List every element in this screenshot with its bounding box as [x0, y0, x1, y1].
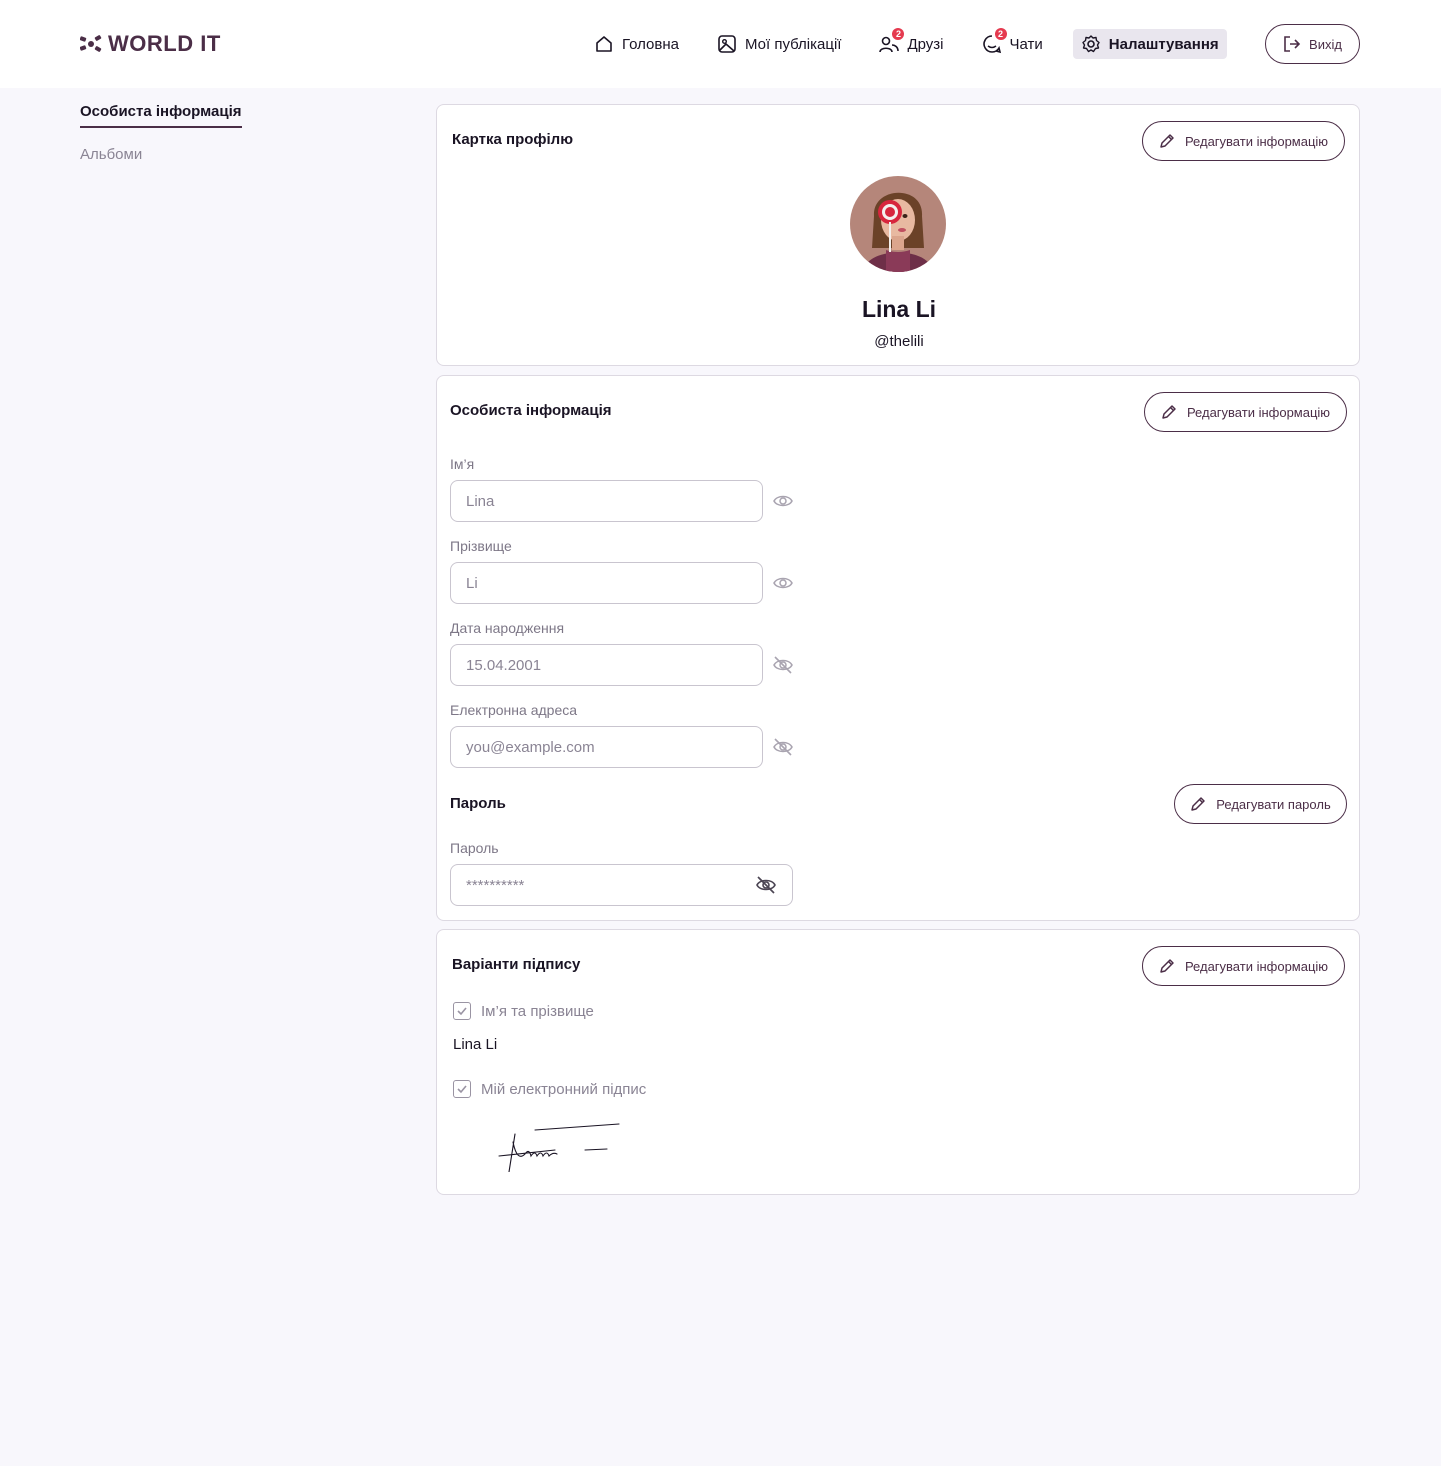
- profile-name: Lina Li: [861, 296, 937, 322]
- eye-icon[interactable]: [772, 572, 794, 594]
- nav-item-label: Мої публікації: [745, 35, 842, 53]
- card-title: Картка профілю: [452, 131, 574, 148]
- checkbox[interactable]: [453, 1080, 471, 1098]
- edit-password-button[interactable]: Редагувати пароль: [1174, 784, 1347, 824]
- first-name-field[interactable]: Lina: [450, 480, 763, 522]
- eye-off-icon[interactable]: [772, 736, 794, 758]
- password-field[interactable]: **********: [450, 864, 793, 906]
- friends-icon: 2: [879, 28, 905, 54]
- friends-badge: 2: [892, 28, 905, 40]
- pencil-icon: [1160, 959, 1174, 973]
- birthdate-field[interactable]: 15.04.2001: [450, 644, 763, 686]
- edit-label: Редагувати пароль: [1216, 796, 1331, 812]
- check-icon: [457, 1085, 467, 1094]
- card-title: Варіанти підпису: [452, 956, 581, 973]
- password-label: Пароль: [450, 840, 499, 856]
- top-header: WORLD IT Головна Мої публікації 2 Друзі: [0, 0, 1441, 88]
- nav-item-settings[interactable]: Налаштування: [1072, 29, 1227, 59]
- edit-label: Редагувати інформацію: [1186, 404, 1331, 420]
- personal-info-card: Особиста інформація Редагувати інформаці…: [436, 375, 1360, 921]
- last-name-label: Прізвище: [450, 538, 512, 554]
- pencil-icon: [1160, 134, 1174, 148]
- nav-item-publications[interactable]: Мої публікації: [709, 29, 849, 59]
- nav-item-home[interactable]: Головна: [586, 29, 687, 59]
- nav-item-label: Чати: [1009, 35, 1043, 53]
- logout-label: Вихід: [1309, 36, 1342, 52]
- profile-handle: @thelili: [874, 333, 924, 350]
- sidebar-item-albums[interactable]: Альбоми: [80, 146, 142, 163]
- password-section-title: Пароль: [450, 795, 506, 812]
- checkbox-label: Ім’я та прізвище: [481, 1002, 594, 1020]
- brand-logo[interactable]: WORLD IT: [80, 30, 221, 58]
- password-value: **********: [466, 876, 525, 894]
- signature-card: Варіанти підпису Редагувати інформацію І…: [436, 929, 1360, 1195]
- sidebar-item-personal-info[interactable]: Особиста інформація: [80, 103, 242, 128]
- nav-item-label: Друзі: [907, 35, 944, 53]
- checkbox[interactable]: [453, 1002, 471, 1020]
- card-title: Особиста інформація: [450, 402, 612, 419]
- avatar[interactable]: [850, 176, 946, 272]
- email-field[interactable]: you@example.com: [450, 726, 763, 768]
- chat-icon: 2: [982, 28, 1007, 54]
- edit-profile-button[interactable]: Редагувати інформацію: [1142, 121, 1345, 161]
- nav-item-label: Налаштування: [1108, 35, 1219, 53]
- chats-badge: 2: [994, 28, 1007, 40]
- last-name-field[interactable]: Li: [450, 562, 763, 604]
- edit-label: Редагувати інформацію: [1184, 133, 1329, 149]
- logo-icon: [80, 35, 102, 52]
- pencil-icon: [1191, 797, 1206, 811]
- pencil-icon: [1162, 405, 1176, 419]
- signature-option-digital[interactable]: Мій електронний підпис: [453, 1080, 646, 1098]
- main-nav: Головна Мої публікації 2 Друзі 2 Чати На…: [586, 28, 1227, 60]
- edit-signature-button[interactable]: Редагувати інформацію: [1142, 946, 1345, 986]
- nav-item-friends[interactable]: 2 Друзі: [871, 28, 951, 59]
- logout-icon: [1284, 36, 1301, 52]
- logout-button[interactable]: Вихід: [1265, 24, 1360, 64]
- edit-label: Редагувати інформацію: [1184, 958, 1329, 974]
- brand-name: WORLD IT: [108, 31, 221, 56]
- signature-name-text: Lina Li: [453, 1036, 498, 1053]
- nav-item-chats[interactable]: 2 Чати: [974, 28, 1051, 59]
- eye-off-icon[interactable]: [772, 654, 794, 676]
- eye-icon[interactable]: [772, 490, 794, 512]
- signature-option-name[interactable]: Ім’я та прізвище: [453, 1002, 594, 1020]
- birthdate-label: Дата народження: [450, 620, 565, 636]
- signature-image: [498, 1123, 620, 1172]
- gear-icon: [1081, 34, 1101, 54]
- nav-item-label: Головна: [622, 35, 679, 53]
- email-label: Електронна адреса: [450, 702, 578, 718]
- image-icon: [717, 34, 737, 54]
- eye-off-icon[interactable]: [755, 874, 777, 896]
- home-icon: [594, 34, 614, 54]
- check-icon: [457, 1007, 467, 1016]
- profile-card: Картка профілю Редагувати інформацію Lin…: [436, 104, 1360, 366]
- checkbox-label: Мій електронний підпис: [481, 1080, 647, 1098]
- edit-personal-info-button[interactable]: Редагувати інформацію: [1144, 392, 1347, 432]
- first-name-label: Ім’я: [450, 456, 475, 472]
